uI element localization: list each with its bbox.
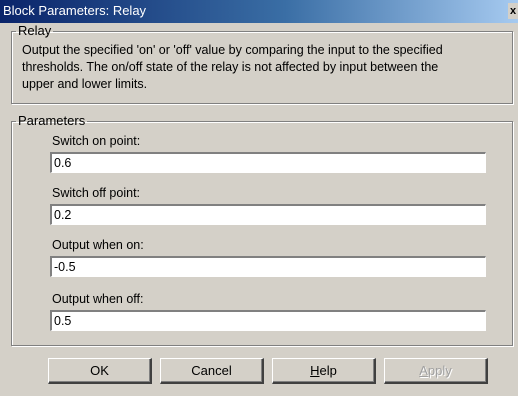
apply-label-rest: pply	[427, 362, 452, 378]
switch-off-point-input[interactable]	[50, 204, 486, 225]
switch-off-point-label: Switch off point:	[52, 186, 141, 200]
description-line: thresholds. The on/off state of the rela…	[22, 60, 439, 74]
output-when-on-label: Output when on:	[52, 238, 144, 252]
output-when-off-input[interactable]	[50, 310, 486, 331]
output-when-off-label: Output when off:	[52, 292, 144, 306]
help-mnemonic: H	[310, 362, 320, 378]
window-title: Block Parameters: Relay	[3, 3, 147, 18]
description-line: Output the specified 'on' or 'off' value…	[22, 43, 443, 57]
title-bar[interactable]: Block Parameters: Relay x	[0, 0, 518, 23]
ok-button[interactable]: OK	[48, 358, 152, 384]
close-icon[interactable]: x	[508, 3, 518, 19]
parameters-group-legend: Parameters	[18, 113, 86, 128]
apply-button[interactable]: Apply	[384, 358, 488, 384]
switch-on-point-label: Switch on point:	[52, 134, 141, 148]
output-when-on-input[interactable]	[50, 256, 486, 277]
help-button[interactable]: Help	[272, 358, 376, 384]
block-description: Output the specified 'on' or 'off' value…	[22, 42, 512, 93]
apply-mnemonic: A	[419, 362, 428, 378]
cancel-button[interactable]: Cancel	[160, 358, 264, 384]
relay-group-legend: Relay	[18, 23, 52, 38]
switch-on-point-input[interactable]	[50, 152, 486, 173]
description-line: upper and lower limits.	[22, 77, 148, 91]
help-label-rest: elp	[319, 362, 337, 378]
